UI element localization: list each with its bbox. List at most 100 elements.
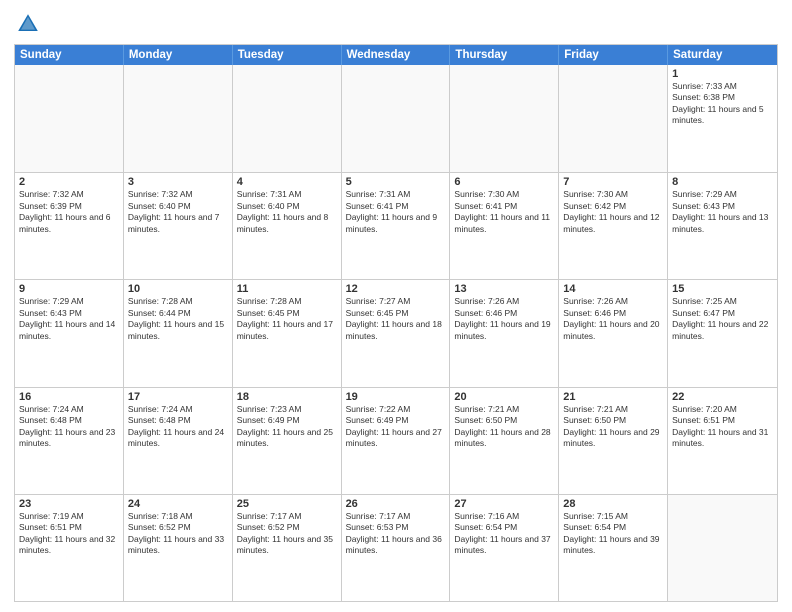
day-number: 5: [346, 176, 446, 188]
day-cell-26: 26Sunrise: 7:17 AMSunset: 6:53 PMDayligh…: [342, 495, 451, 601]
day-number: 15: [672, 283, 773, 295]
day-number: 7: [563, 176, 663, 188]
cell-info: Sunrise: 7:21 AMSunset: 6:50 PMDaylight:…: [454, 404, 550, 448]
day-cell-24: 24Sunrise: 7:18 AMSunset: 6:52 PMDayligh…: [124, 495, 233, 601]
day-number: 12: [346, 283, 446, 295]
day-cell-22: 22Sunrise: 7:20 AMSunset: 6:51 PMDayligh…: [668, 388, 777, 494]
cell-info: Sunrise: 7:28 AMSunset: 6:45 PMDaylight:…: [237, 296, 333, 340]
cell-info: Sunrise: 7:26 AMSunset: 6:46 PMDaylight:…: [454, 296, 550, 340]
cell-info: Sunrise: 7:18 AMSunset: 6:52 PMDaylight:…: [128, 511, 224, 555]
calendar-body: 1Sunrise: 7:33 AMSunset: 6:38 PMDaylight…: [15, 65, 777, 601]
day-header-friday: Friday: [559, 45, 668, 65]
calendar: SundayMondayTuesdayWednesdayThursdayFrid…: [14, 44, 778, 602]
day-number: 9: [19, 283, 119, 295]
cell-info: Sunrise: 7:23 AMSunset: 6:49 PMDaylight:…: [237, 404, 333, 448]
day-header-sunday: Sunday: [15, 45, 124, 65]
day-cell-3: 3Sunrise: 7:32 AMSunset: 6:40 PMDaylight…: [124, 173, 233, 279]
day-number: 19: [346, 391, 446, 403]
empty-cell: [450, 65, 559, 172]
cell-info: Sunrise: 7:24 AMSunset: 6:48 PMDaylight:…: [128, 404, 224, 448]
day-cell-20: 20Sunrise: 7:21 AMSunset: 6:50 PMDayligh…: [450, 388, 559, 494]
cell-info: Sunrise: 7:15 AMSunset: 6:54 PMDaylight:…: [563, 511, 659, 555]
day-number: 22: [672, 391, 773, 403]
empty-cell: [15, 65, 124, 172]
cell-info: Sunrise: 7:29 AMSunset: 6:43 PMDaylight:…: [672, 189, 768, 233]
day-cell-27: 27Sunrise: 7:16 AMSunset: 6:54 PMDayligh…: [450, 495, 559, 601]
header: [14, 10, 778, 38]
cell-info: Sunrise: 7:21 AMSunset: 6:50 PMDaylight:…: [563, 404, 659, 448]
day-number: 11: [237, 283, 337, 295]
cell-info: Sunrise: 7:29 AMSunset: 6:43 PMDaylight:…: [19, 296, 115, 340]
cell-info: Sunrise: 7:16 AMSunset: 6:54 PMDaylight:…: [454, 511, 550, 555]
empty-cell: [233, 65, 342, 172]
day-cell-23: 23Sunrise: 7:19 AMSunset: 6:51 PMDayligh…: [15, 495, 124, 601]
day-cell-18: 18Sunrise: 7:23 AMSunset: 6:49 PMDayligh…: [233, 388, 342, 494]
calendar-row-4: 16 Sunrise: 7:24 AMSunset: 6:48 PMDayligh…: [15, 387, 777, 494]
calendar-row-5: 23Sunrise: 7:19 AMSunset: 6:51 PMDayligh…: [15, 494, 777, 601]
day-header-wednesday: Wednesday: [342, 45, 451, 65]
day-cell-7: 7Sunrise: 7:30 AMSunset: 6:42 PMDaylight…: [559, 173, 668, 279]
day-number: 6: [454, 176, 554, 188]
cell-info: Sunrise: 7:22 AMSunset: 6:49 PMDaylight:…: [346, 404, 442, 448]
cell-info: Sunrise: 7:33 AMSunset: 6:38 PMDaylight:…: [672, 81, 764, 125]
day-number: 4: [237, 176, 337, 188]
cell-info: Sunrise: 7:25 AMSunset: 6:47 PMDaylight:…: [672, 296, 768, 340]
day-cell-5: 5Sunrise: 7:31 AMSunset: 6:41 PMDaylight…: [342, 173, 451, 279]
cell-info: Sunrise: 7:17 AMSunset: 6:53 PMDaylight:…: [346, 511, 442, 555]
calendar-row-1: 1Sunrise: 7:33 AMSunset: 6:38 PMDaylight…: [15, 65, 777, 172]
calendar-row-2: 2Sunrise: 7:32 AMSunset: 6:39 PMDaylight…: [15, 172, 777, 279]
cell-info: Sunrise: 7:28 AMSunset: 6:44 PMDaylight:…: [128, 296, 224, 340]
day-number: 25: [237, 498, 337, 510]
day-number: 27: [454, 498, 554, 510]
day-cell-25: 25Sunrise: 7:17 AMSunset: 6:52 PMDayligh…: [233, 495, 342, 601]
day-number: 13: [454, 283, 554, 295]
day-header-thursday: Thursday: [450, 45, 559, 65]
day-number: 14: [563, 283, 663, 295]
day-cell-17: 17Sunrise: 7:24 AMSunset: 6:48 PMDayligh…: [124, 388, 233, 494]
day-number: 10: [128, 283, 228, 295]
day-number: 20: [454, 391, 554, 403]
day-cell-19: 19Sunrise: 7:22 AMSunset: 6:49 PMDayligh…: [342, 388, 451, 494]
day-number: 2: [19, 176, 119, 188]
day-cell-10: 10Sunrise: 7:28 AMSunset: 6:44 PMDayligh…: [124, 280, 233, 386]
day-cell-15: 15Sunrise: 7:25 AMSunset: 6:47 PMDayligh…: [668, 280, 777, 386]
cell-info: Sunrise: 7:32 AMSunset: 6:40 PMDaylight:…: [128, 189, 220, 233]
day-number: 8: [672, 176, 773, 188]
page: SundayMondayTuesdayWednesdayThursdayFrid…: [0, 0, 792, 612]
day-cell-8: 8Sunrise: 7:29 AMSunset: 6:43 PMDaylight…: [668, 173, 777, 279]
day-number: 17: [128, 391, 228, 403]
cell-info: Sunrise: 7:30 AMSunset: 6:42 PMDaylight:…: [563, 189, 659, 233]
day-cell-16: 16Sunrise: 7:24 AMSunset: 6:48 PMDayligh…: [15, 388, 124, 494]
cell-info: Sunrise: 7:26 AMSunset: 6:46 PMDaylight:…: [563, 296, 659, 340]
cell-info: Sunrise: 7:20 AMSunset: 6:51 PMDaylight:…: [672, 404, 768, 448]
calendar-header: SundayMondayTuesdayWednesdayThursdayFrid…: [15, 45, 777, 65]
day-cell-28: 28Sunrise: 7:15 AMSunset: 6:54 PMDayligh…: [559, 495, 668, 601]
cell-info: Sunrise: 7:19 AMSunset: 6:51 PMDaylight:…: [19, 511, 115, 555]
day-number: 18: [237, 391, 337, 403]
day-cell-1: 1Sunrise: 7:33 AMSunset: 6:38 PMDaylight…: [668, 65, 777, 172]
day-header-tuesday: Tuesday: [233, 45, 342, 65]
day-cell-21: 21Sunrise: 7:21 AMSunset: 6:50 PMDayligh…: [559, 388, 668, 494]
day-cell-2: 2Sunrise: 7:32 AMSunset: 6:39 PMDaylight…: [15, 173, 124, 279]
day-cell-13: 13Sunrise: 7:26 AMSunset: 6:46 PMDayligh…: [450, 280, 559, 386]
day-number: 28: [563, 498, 663, 510]
cell-info: Sunrise: 7:30 AMSunset: 6:41 PMDaylight:…: [454, 189, 550, 233]
day-cell-6: 6Sunrise: 7:30 AMSunset: 6:41 PMDaylight…: [450, 173, 559, 279]
empty-cell: [559, 65, 668, 172]
empty-cell: [342, 65, 451, 172]
day-cell-14: 14Sunrise: 7:26 AMSunset: 6:46 PMDayligh…: [559, 280, 668, 386]
day-cell-9: 9Sunrise: 7:29 AMSunset: 6:43 PMDaylight…: [15, 280, 124, 386]
day-number: 16: [19, 391, 119, 403]
day-number: 21: [563, 391, 663, 403]
logo-icon: [14, 10, 42, 38]
cell-info: Sunrise: 7:17 AMSunset: 6:52 PMDaylight:…: [237, 511, 333, 555]
day-number: 23: [19, 498, 119, 510]
day-number: 3: [128, 176, 228, 188]
day-header-monday: Monday: [124, 45, 233, 65]
empty-cell: [124, 65, 233, 172]
day-cell-11: 11Sunrise: 7:28 AMSunset: 6:45 PMDayligh…: [233, 280, 342, 386]
day-header-saturday: Saturday: [668, 45, 777, 65]
day-cell-4: 4Sunrise: 7:31 AMSunset: 6:40 PMDaylight…: [233, 173, 342, 279]
cell-info: Sunrise: 7:27 AMSunset: 6:45 PMDaylight:…: [346, 296, 442, 340]
cell-info: Sunrise: 7:31 AMSunset: 6:41 PMDaylight:…: [346, 189, 438, 233]
